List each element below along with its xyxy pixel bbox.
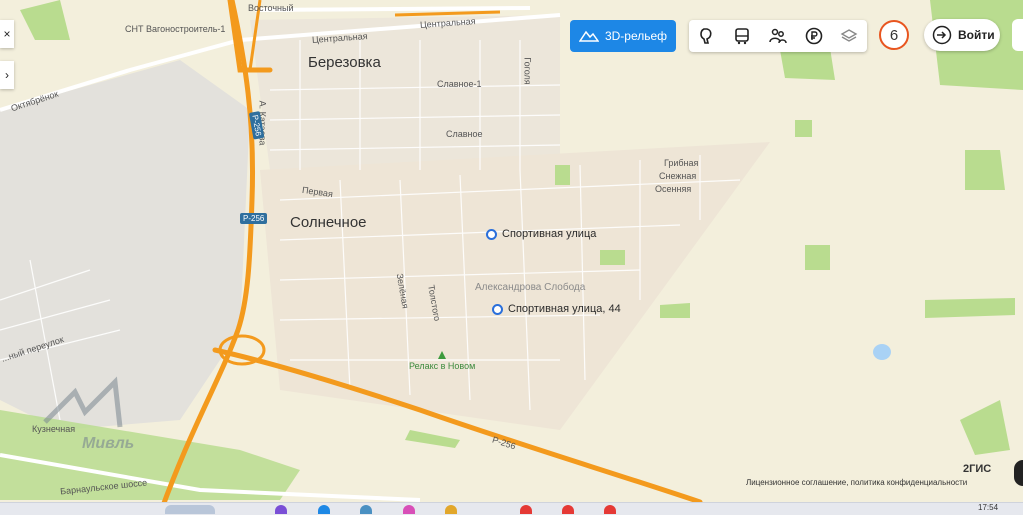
attractions-icon[interactable]: [696, 25, 718, 47]
notification-badge[interactable]: 6: [879, 20, 909, 50]
label-snt: СНТ Вагоностроитель-1: [125, 24, 226, 34]
terrain-icon: [578, 30, 599, 42]
watermark-logo: Мивль: [43, 376, 134, 452]
close-icon: ×: [3, 27, 11, 41]
taskbar-app[interactable]: [562, 505, 574, 514]
poi-sport-street[interactable]: Спортивная улица: [486, 228, 596, 240]
poi-sport-street-44-label: Спортивная улица, 44: [508, 303, 621, 315]
chevron-right-icon: ›: [5, 68, 9, 82]
label-slavnoe: Славное: [446, 129, 483, 139]
expand-panel-button[interactable]: ›: [0, 61, 14, 89]
brand-logo[interactable]: 2ГИС: [963, 463, 991, 475]
people-icon[interactable]: [767, 25, 789, 47]
close-panel-button[interactable]: ×: [0, 20, 14, 48]
label-vostochny: Восточный: [248, 3, 294, 13]
taskbar-app[interactable]: [360, 505, 372, 514]
label-gogolya: Гоголя: [522, 57, 533, 85]
label-gribnaya: Грибная: [664, 158, 699, 168]
poi-relax-label: Релакс в Новом: [409, 361, 476, 371]
label-alexandrova-sloboda: Александрова Слобода: [475, 282, 586, 293]
poi-relax[interactable]: Релакс в Новом: [409, 351, 475, 371]
transport-icon[interactable]: [731, 25, 753, 47]
help-button[interactable]: [1014, 460, 1023, 486]
label-osennyaya: Осенняя: [655, 184, 692, 194]
taskbar-app[interactable]: [318, 505, 330, 514]
taskbar-app[interactable]: [165, 505, 215, 514]
login-button[interactable]: Войти: [924, 19, 1000, 51]
taskbar-clock: 17:54: [978, 503, 999, 512]
park-icon: [438, 351, 447, 359]
highway-shield-r256-b: Р-256: [240, 213, 268, 224]
login-icon: [932, 25, 952, 45]
license-link[interactable]: Лицензионное соглашение, политика конфид…: [746, 478, 967, 487]
taskbar-app[interactable]: [403, 505, 415, 514]
taskbar-app[interactable]: [604, 505, 616, 514]
poi-sport-street-44[interactable]: Спортивная улица, 44: [492, 303, 621, 315]
label-solnechnoe: Солнечное: [290, 214, 367, 231]
ruble-icon[interactable]: [803, 25, 825, 47]
label-slavnoe-1: Славное-1: [437, 79, 482, 89]
location-pin-icon: [486, 228, 497, 240]
label-snezhnaya: Снежная: [659, 171, 697, 181]
label-berezovka: Березовка: [308, 54, 381, 71]
taskbar-app[interactable]: [520, 505, 532, 514]
side-menu-edge[interactable]: [1012, 19, 1023, 51]
relief-3d-button[interactable]: 3D-рельеф: [570, 20, 676, 52]
map-layers-toolbar: [689, 20, 867, 52]
relief-3d-label: 3D-рельеф: [604, 29, 668, 43]
taskbar-app[interactable]: [275, 505, 287, 514]
taskbar-app[interactable]: [445, 505, 457, 514]
watermark-text: Мивль: [82, 435, 134, 452]
login-label: Войти: [958, 28, 995, 42]
location-pin-icon: [492, 303, 503, 315]
poi-sport-street-label: Спортивная улица: [502, 228, 597, 240]
layers-icon[interactable]: [838, 25, 860, 47]
os-taskbar: [0, 502, 1023, 515]
